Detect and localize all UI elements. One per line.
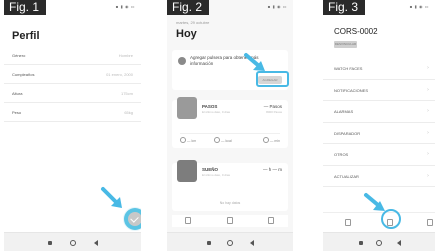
home-icon[interactable] (376, 240, 382, 246)
phone-screen-device: ▪ ▮ ◉ ▭ CORS-0002 DESVINCULAR WATCH FACE… (323, 0, 435, 251)
chevron-right-icon: › (427, 151, 429, 157)
sleep-card[interactable]: SUEÑO El último dato, 0 días — h — m No … (172, 160, 288, 211)
back-icon[interactable] (250, 240, 255, 246)
settings-item-watch-faces[interactable]: WATCH FACES › (323, 58, 435, 80)
phone-screen-perfil: ▪ ▮ ◉ ▭ Perfil Género Hombre Cumpleaños … (4, 0, 141, 251)
status-bar: ▪ ▮ ◉ ▭ (115, 4, 135, 9)
profile-row-gender[interactable]: Género Hombre (4, 46, 141, 65)
device-settings-list: WATCH FACES › NOTIFICACIONES › ALARMAS ›… (323, 58, 435, 187)
save-profile-button[interactable] (124, 208, 141, 230)
bottom-tab-bar (323, 212, 435, 231)
card-value: — h — m (262, 167, 282, 172)
page-title: Hoy (176, 28, 197, 40)
pointer-arrow-icon (244, 53, 265, 71)
back-icon[interactable] (396, 240, 401, 246)
chevron-right-icon: › (427, 129, 429, 136)
steps-card[interactable]: PASOS El último dato, 0 días — Pasos 800… (172, 97, 288, 148)
row-label: Cumpleaños (12, 72, 35, 77)
steps-icon (177, 97, 197, 119)
card-value: — Pasos (263, 104, 282, 109)
settings-item-notifications[interactable]: NOTIFICACIONES › (323, 80, 435, 101)
status-bar: ▪ ▮ ◉ ▭ (409, 4, 429, 9)
settings-item-other[interactable]: OTROS › (323, 144, 435, 166)
row-value: 175cm (120, 91, 133, 96)
chevron-right-icon: › (427, 108, 429, 114)
system-nav-bar (323, 232, 435, 251)
card-subtitle: El último dato, 0 días (202, 110, 231, 114)
chevron-right-icon: › (427, 172, 429, 179)
recents-icon[interactable] (207, 241, 212, 245)
row-label: WATCH FACES (334, 66, 363, 71)
row-label: Altura (12, 91, 23, 96)
row-label: DISPARADOR (334, 130, 361, 136)
card-title: SUEÑO (202, 167, 219, 172)
card-title: PASOS (202, 104, 218, 109)
calories-metric: — kcal (214, 137, 232, 143)
row-value: 65kg (124, 110, 133, 115)
profile-row-height[interactable]: Altura 175cm (4, 84, 141, 103)
row-label: ALARMAS (334, 109, 354, 114)
system-nav-bar (167, 232, 293, 251)
row-label: Género (12, 53, 26, 58)
figure-label: Fig. 3 (323, 0, 366, 15)
row-value: Hombre (118, 53, 133, 58)
chevron-right-icon: › (427, 86, 429, 93)
bottom-tab-bar (172, 215, 288, 227)
profile-list: Género Hombre Cumpleaños 01 enero, 2000 … (4, 46, 141, 122)
screen: ▪ ▮ ◉ ▭ martes, 29 octubre Hoy Agregar p… (167, 0, 293, 232)
date-subtitle: martes, 29 octubre (176, 20, 210, 25)
device-name: CORS-0002 (334, 27, 378, 36)
pointer-arrow-icon (101, 187, 122, 208)
empty-hint: No hay datos (219, 201, 241, 205)
duration-metric: — min (263, 137, 280, 143)
profile-row-birthday[interactable]: Cumpleaños 01 enero, 2000 (4, 65, 141, 84)
figure-label: Fig. 2 (167, 0, 210, 15)
check-icon (128, 212, 141, 226)
settings-item-alarms[interactable]: ALARMAS › (323, 101, 435, 123)
screen: ▪ ▮ ◉ ▭ CORS-0002 DESVINCULAR WATCH FACE… (323, 0, 435, 232)
tab-device-icon[interactable] (227, 217, 233, 224)
tab-profile-icon[interactable] (268, 217, 274, 224)
row-label: Peso (12, 110, 22, 115)
sleep-moon-icon (177, 160, 197, 182)
system-nav-bar (4, 232, 141, 251)
home-icon[interactable] (227, 240, 233, 246)
card-subtitle: El último dato, 0 días (202, 173, 231, 177)
row-label: NOTIFICACIONES (334, 87, 369, 93)
page-title: Perfil (12, 30, 40, 42)
metrics-row: — km — kcal — min (180, 133, 280, 143)
tab-home-icon[interactable] (185, 217, 191, 224)
settings-item-update[interactable]: ACTUALIZAR › (323, 166, 435, 187)
info-icon (178, 57, 186, 65)
home-icon[interactable] (69, 240, 76, 246)
recents-icon[interactable] (47, 241, 52, 245)
distance-metric: — km (180, 137, 196, 143)
screen: ▪ ▮ ◉ ▭ Perfil Género Hombre Cumpleaños … (4, 0, 141, 232)
profile-row-weight[interactable]: Peso 65kg (4, 103, 141, 122)
back-icon[interactable] (94, 240, 99, 246)
row-label: ACTUALIZAR (334, 173, 359, 179)
unlink-button[interactable]: DESVINCULAR (334, 41, 357, 48)
card-goal: 8000 Pasos (266, 110, 282, 114)
pointer-arrow-icon (364, 193, 385, 211)
status-bar: ▪ ▮ ◉ ▭ (267, 4, 287, 9)
row-value: 01 enero, 2000 (106, 72, 133, 77)
phone-screen-hoy: ▪ ▮ ◉ ▭ martes, 29 octubre Hoy Agregar p… (167, 0, 293, 251)
recents-icon[interactable] (358, 241, 363, 245)
row-label: OTROS (334, 152, 349, 157)
chevron-right-icon: › (427, 65, 429, 71)
figure-label: Fig. 1 (4, 0, 47, 15)
tab-home-icon[interactable] (345, 219, 351, 226)
tab-profile-icon[interactable] (427, 219, 433, 226)
settings-item-trigger[interactable]: DISPARADOR › (323, 123, 435, 144)
